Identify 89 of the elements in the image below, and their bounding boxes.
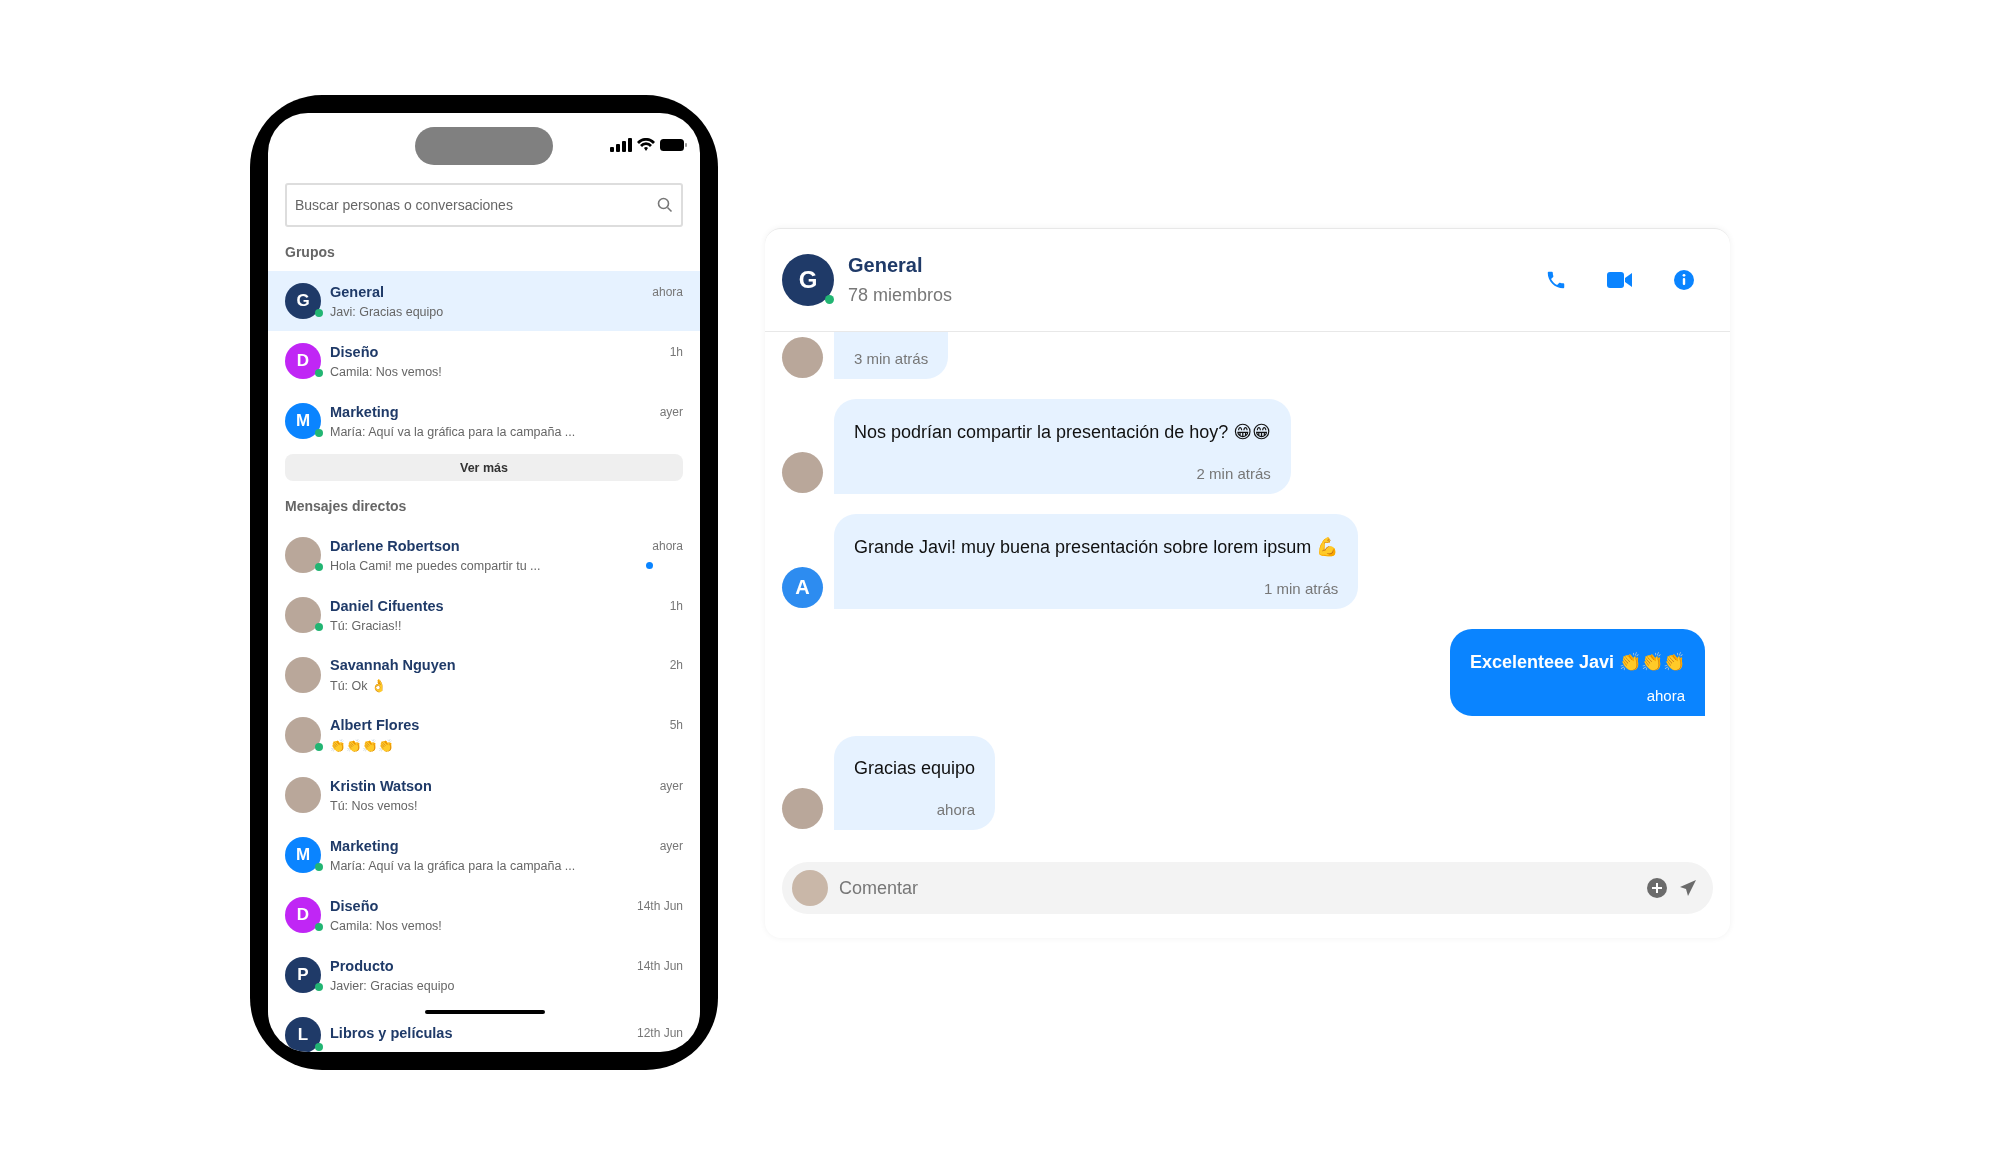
chat-name: Savannah Nguyen — [330, 657, 456, 673]
chat-row[interactable]: Kristin Watson ayer Tú: Nos vemos! — [268, 765, 700, 825]
chat-name: Diseño — [330, 343, 379, 360]
chat-row[interactable]: L Libros y películas 12th Jun — [268, 1005, 700, 1052]
section-heading: Mensajes directos — [284, 497, 408, 516]
avatar: A — [782, 567, 823, 608]
avatar-photo-placeholder — [285, 657, 321, 693]
chat-time: 12th Jun — [636, 1025, 683, 1040]
chat-row[interactable]: D Diseño 1h Camila: Nos vemos! — [268, 331, 700, 391]
chat-time: 5h — [669, 718, 683, 732]
message-time: 1 min atrás — [1264, 580, 1339, 597]
chat-row[interactable]: D Diseño 14th Jun Camila: Nos vemos! — [268, 885, 700, 945]
message-text: Nos podrían compartir la presentación de hoy? 😁😁 — [854, 421, 1271, 443]
chat-preview: Camila: Nos vemos! — [330, 918, 442, 933]
chat-time: 1h — [669, 598, 683, 613]
avatar-photo-placeholder — [285, 537, 321, 573]
message-time: 3 min atrás — [854, 350, 929, 367]
chat-time: 14th Jun — [636, 958, 683, 973]
info-icon[interactable] — [1673, 269, 1695, 291]
avatar-photo-placeholder — [782, 337, 823, 378]
signal-icon — [610, 138, 632, 152]
avatar-photo-placeholder — [782, 788, 823, 829]
chat-name: Marketing — [330, 403, 399, 420]
chat-preview: María: Aquí va la gráfica para la campaña ... — [330, 858, 576, 873]
message-time: 2 min atrás — [1196, 465, 1271, 482]
chat-preview: Tú: Gracias!! — [330, 618, 402, 633]
avatar: D — [285, 897, 321, 933]
video-camera-icon[interactable] — [1607, 271, 1633, 289]
see-more-button[interactable]: Ver más — [285, 454, 683, 481]
message-time: ahora — [936, 801, 976, 818]
search-field[interactable]: Buscar personas o conversaciones — [285, 183, 683, 227]
chat-name: Darlene Robertson — [330, 537, 460, 554]
chat-preview: Tú: Ok 👌 — [330, 678, 387, 693]
avatar: P — [285, 957, 321, 993]
member-count: 78 miembros — [848, 285, 954, 306]
avatar-photo-placeholder — [285, 777, 321, 813]
comment-field[interactable]: Comentar — [782, 862, 1713, 914]
avatar: D — [285, 343, 321, 379]
chat-name: Kristin Watson — [330, 777, 432, 794]
search-icon — [657, 197, 673, 213]
chat-name: General — [330, 283, 384, 300]
section-heading: Grupos — [284, 243, 336, 262]
chat-row[interactable]: G General ahora Javi: Gracias equipo — [268, 271, 700, 331]
chat-row[interactable]: M Marketing ayer María: Aquí va la gráfica para la campaña ... — [268, 391, 700, 451]
chat-row[interactable]: Savannah Nguyen 2h Tú: Ok 👌 — [268, 645, 700, 705]
message-time: ahora — [1646, 687, 1685, 704]
send-icon[interactable] — [1679, 879, 1697, 897]
group-avatar: G — [782, 254, 834, 306]
add-icon[interactable] — [1647, 878, 1667, 898]
chat-name: Daniel Cifuentes — [330, 597, 444, 614]
message-text: Grande Javi! muy buena presentación sobre lorem ipsum 💪 — [854, 536, 1339, 558]
chat-name: Libros y películas — [330, 1024, 453, 1041]
chat-time: ayer — [659, 778, 683, 793]
chat-time: ayer — [659, 838, 683, 853]
chat-row[interactable]: Albert Flores 5h 👏👏👏👏 — [268, 705, 700, 765]
chat-row[interactable]: Daniel Cifuentes 1h Tú: Gracias!! — [268, 585, 700, 645]
chat-name: Producto — [330, 957, 394, 974]
avatar: M — [285, 403, 321, 439]
battery-icon — [660, 139, 687, 151]
chat-title: General — [848, 254, 924, 277]
chat-preview: Javi: Gracias equipo — [330, 304, 444, 319]
chat-preview: Hola Cami! me puedes compartir tu ... — [330, 558, 541, 573]
chat-time: ahora — [652, 538, 683, 553]
avatar-photo-placeholder — [285, 717, 321, 753]
chat-preview: Javier: Gracias equipo — [330, 978, 455, 993]
wifi-icon — [637, 138, 655, 152]
message-text: Gracias equipo — [854, 758, 976, 779]
chat-time: ahora — [652, 284, 683, 299]
chat-row[interactable]: P Producto 14th Jun Javier: Gracias equipo — [268, 945, 700, 1005]
chat-preview: María: Aquí va la gráfica para la campaña ... — [330, 424, 576, 439]
chat-name: Diseño — [330, 897, 379, 914]
avatar-photo-placeholder — [782, 452, 823, 493]
avatar-photo-placeholder — [285, 597, 321, 633]
chat-preview: Tú: Nos vemos! — [330, 798, 418, 813]
phone-icon[interactable] — [1545, 269, 1567, 291]
avatar: G — [285, 283, 321, 319]
chat-time: 2h — [669, 658, 683, 672]
message-text: Excelenteee Javi 👏👏👏 — [1469, 651, 1685, 673]
avatar: L — [285, 1017, 321, 1052]
chat-time: ayer — [659, 404, 683, 419]
chat-name: Albert Flores — [330, 717, 420, 733]
chat-row[interactable]: Darlene Robertson ahora Hola Cami! me puedes compartir tu ... — [268, 525, 700, 585]
chat-row[interactable]: M Marketing ayer María: Aquí va la gráfica para la campaña ... — [268, 825, 700, 885]
chat-preview: Camila: Nos vemos! — [330, 364, 442, 379]
chat-preview: 👏👏👏👏 — [330, 738, 394, 753]
chat-time: 1h — [669, 344, 683, 359]
avatar: M — [285, 837, 321, 873]
chat-time: 14th Jun — [636, 898, 683, 913]
chat-name: Marketing — [330, 837, 399, 854]
